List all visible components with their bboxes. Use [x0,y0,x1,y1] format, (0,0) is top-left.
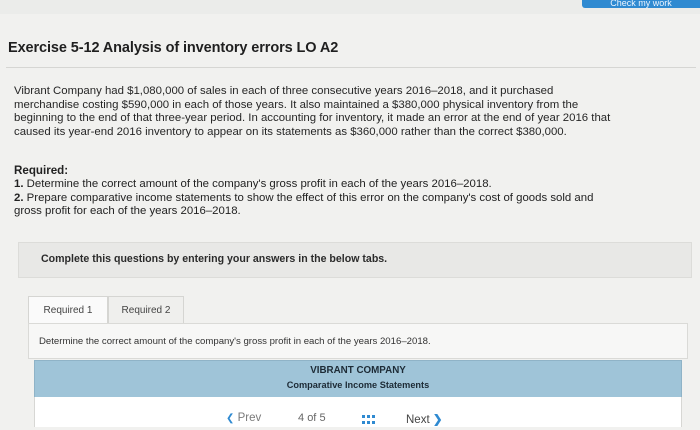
grid-icon[interactable] [362,415,375,425]
instructions-box: Complete this questions by entering your… [18,242,692,278]
total-pages: 5 [319,412,326,424]
problem-line: Vibrant Company had $1,080,000 of sales … [14,85,554,97]
tab-required-2[interactable]: Required 2 [108,296,184,326]
next-label: Next [406,414,430,426]
statement-header: VIBRANT COMPANY Comparative Income State… [34,360,682,398]
required-heading: Required: [14,164,69,177]
prev-label: Prev [237,412,262,424]
top-bar: Check my work [0,0,700,14]
requirements-list: 1. Determine the correct amount of the c… [14,178,694,219]
tab-instruction-bar: Determine the correct amount of the comp… [28,323,688,359]
title-divider [6,67,696,68]
page-title: Exercise 5-12 Analysis of inventory erro… [8,40,339,56]
next-button[interactable]: Next ❯ [406,412,443,430]
problem-statement: Vibrant Company had $1,080,000 of sales … [14,85,694,139]
requirement-number: 2. [14,191,24,204]
tab-required-1[interactable]: Required 1 [28,296,108,326]
chevron-left-icon: ❮ [226,413,235,424]
check-my-work-button[interactable]: Check my work [582,0,700,8]
problem-line: caused its year-end 2016 inventory to ap… [14,125,567,138]
requirement-text: Prepare comparative income statements to… [26,191,594,204]
requirement-number: 1. [14,178,24,190]
company-name: VIBRANT COMPANY [310,365,406,376]
instructions-text: Complete this questions by entering your… [41,253,388,265]
problem-line: beginning to the end of that three-year … [14,112,611,125]
problem-line: merchandise costing $590,000 in each of … [14,98,579,111]
page-indicator: 4 of 5 [298,412,326,430]
chevron-right-icon: ❯ [432,414,443,426]
requirement-text: gross profit for each of the years 2016–… [14,205,241,218]
statement-title: Comparative Income Statements [286,380,430,390]
of-label: of [307,412,317,424]
prev-button[interactable]: ❮ Prev [226,412,261,430]
tab-instruction-text: Determine the correct amount of the comp… [39,336,431,347]
statement-table [34,397,682,427]
current-page: 4 [298,412,305,424]
requirement-text: Determine the correct amount of the comp… [26,178,492,190]
